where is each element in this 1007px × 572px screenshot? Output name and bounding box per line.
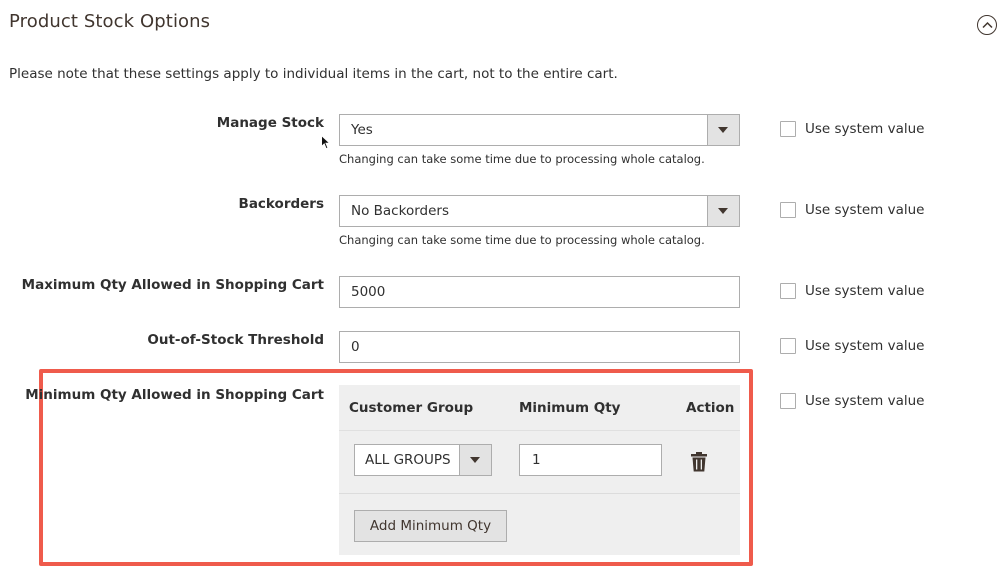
system-value-label: Use system value: [805, 202, 925, 218]
column-action: Action: [686, 400, 735, 416]
add-minimum-qty-button[interactable]: Add Minimum Qty: [354, 510, 507, 542]
table-row: ALL GROUPS: [339, 431, 740, 494]
customer-group-value: ALL GROUPS: [365, 452, 451, 468]
dropdown-arrow-icon: [718, 208, 728, 214]
backorders-select[interactable]: No Backorders: [339, 195, 740, 227]
min-qty-label: Minimum Qty Allowed in Shopping Cart: [25, 387, 324, 403]
mouse-cursor-icon: [321, 135, 331, 150]
collapse-toggle[interactable]: [977, 15, 997, 35]
out-of-stock-label: Out-of-Stock Threshold: [147, 332, 324, 348]
dropdown-arrow-icon: [718, 127, 728, 133]
out-of-stock-system-checkbox[interactable]: [780, 338, 796, 354]
system-value-label: Use system value: [805, 121, 925, 137]
manage-stock-system-value[interactable]: Use system value: [780, 121, 924, 137]
grid-header: Customer Group Minimum Qty Action: [339, 385, 740, 431]
max-qty-system-checkbox[interactable]: [780, 283, 796, 299]
max-qty-input[interactable]: [339, 276, 740, 308]
min-qty-grid: Customer Group Minimum Qty Action ALL GR…: [339, 385, 740, 555]
manage-stock-system-checkbox[interactable]: [780, 121, 796, 137]
manage-stock-label: Manage Stock: [216, 115, 324, 131]
manage-stock-select[interactable]: Yes: [339, 114, 740, 146]
system-value-label: Use system value: [805, 338, 925, 354]
backorders-system-checkbox[interactable]: [780, 202, 796, 218]
system-value-label: Use system value: [805, 393, 925, 409]
max-qty-label: Maximum Qty Allowed in Shopping Cart: [21, 277, 324, 293]
dropdown-arrow-icon: [470, 457, 480, 463]
chevron-up-icon: [982, 21, 993, 29]
column-customer-group: Customer Group: [349, 400, 474, 416]
system-value-label: Use system value: [805, 283, 925, 299]
max-qty-system-value[interactable]: Use system value: [780, 283, 924, 299]
backorders-system-value[interactable]: Use system value: [780, 202, 924, 218]
minimum-qty-input[interactable]: [519, 444, 662, 476]
settings-note: Please note that these settings apply to…: [9, 66, 618, 82]
out-of-stock-system-value[interactable]: Use system value: [780, 338, 924, 354]
column-minimum-qty: Minimum Qty: [519, 400, 621, 416]
trash-icon[interactable]: [691, 452, 707, 472]
backorders-hint: Changing can take some time due to proce…: [339, 233, 705, 247]
min-qty-system-value[interactable]: Use system value: [780, 393, 924, 409]
manage-stock-value: Yes: [351, 122, 373, 138]
customer-group-select[interactable]: ALL GROUPS: [354, 444, 492, 476]
manage-stock-hint: Changing can take some time due to proce…: [339, 152, 705, 166]
min-qty-system-checkbox[interactable]: [780, 393, 796, 409]
backorders-label: Backorders: [238, 196, 324, 212]
out-of-stock-input[interactable]: [339, 331, 740, 363]
backorders-value: No Backorders: [351, 203, 449, 219]
section-title: Product Stock Options: [9, 11, 211, 32]
